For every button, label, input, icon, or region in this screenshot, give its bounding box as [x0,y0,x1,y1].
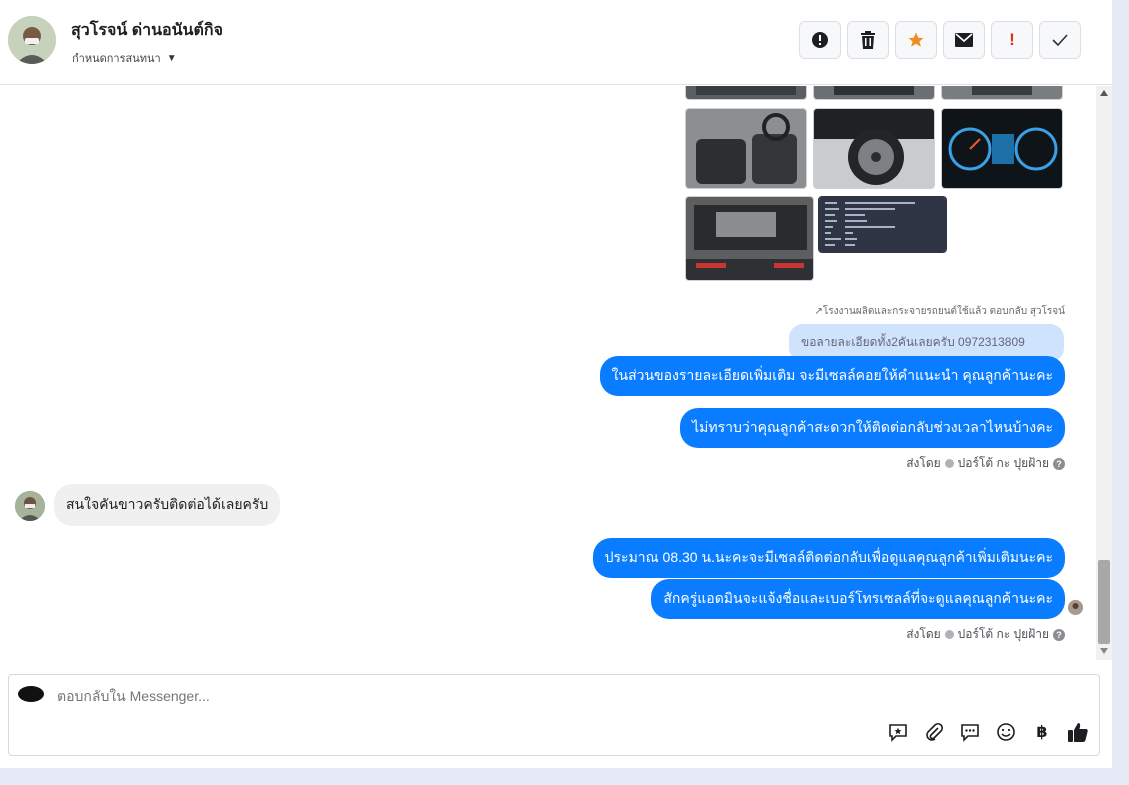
done-button[interactable] [1039,21,1081,59]
car-photo-dashboard[interactable] [941,108,1063,189]
saved-reply-icon [889,724,907,742]
conversation-header: สุวโรจน์ ด่านอนันต์กิจ กำหนดการสนทนา ▼ ! [0,0,1112,85]
reply-composer: ฿ [8,674,1100,756]
page-logo [18,686,44,702]
sent-by-prefix: ส่งโดย [906,627,941,641]
mail-icon [955,33,973,47]
scroll-up-icon[interactable] [1100,90,1108,96]
header-actions: ! [799,21,1081,59]
important-icon: ! [1009,30,1015,49]
caret-down-icon: ▼ [166,52,177,64]
sent-by-name[interactable]: ปอร์โต้ กะ ปุยฝ้าย [958,454,1049,473]
payment-button[interactable]: ฿ [1031,721,1053,743]
star-icon [908,32,924,47]
verified-icon [944,630,954,639]
outgoing-message[interactable]: ไม่ทราบว่าคุณลูกค้าสะดวกให้ติดต่อกลับช่ว… [680,408,1065,448]
chat-bubble-icon [961,724,979,742]
sent-by-prefix: ส่งโดย [906,456,941,470]
assign-label: กำหนดการสนทนา [72,53,161,65]
contact-name[interactable]: สุวโรจน์ ด่านอนันต์กิจ [71,18,223,43]
car-spec-sheet[interactable] [818,196,947,253]
spam-button[interactable] [799,21,841,59]
car-photo-interior-top[interactable] [813,86,935,100]
verified-icon [944,459,954,468]
like-button[interactable] [1067,721,1089,743]
composer-tools: ฿ [887,721,1089,743]
car-photo-engine[interactable] [685,196,814,281]
outgoing-message[interactable]: สักครู่แอดมินจะแจ้งชื่อและเบอร์โทรเซลล์ท… [651,579,1065,619]
star-button[interactable] [895,21,937,59]
sent-by-label: ส่งโดย ปอร์โต้ กะ ปุยฝ้าย ? [906,625,1065,644]
car-photo-front-seat[interactable] [685,108,807,189]
outgoing-message[interactable]: ในส่วนของรายละเอียดเพิ่มเติม จะมีเซลล์คอ… [599,356,1065,396]
check-icon [1052,34,1068,46]
forward-note: ↗โรงงานผลิตและกระจายรถยนต์ใช้แล้ว ตอบกลั… [814,306,1065,317]
thread-scrollbar[interactable] [1096,86,1112,660]
scrollbar-thumb[interactable] [1098,560,1110,644]
message-thread[interactable]: ↗โรงงานผลิตและกระจายรถยนต์ใช้แล้ว ตอบกลั… [0,86,1112,660]
help-icon[interactable]: ? [1053,628,1065,641]
emoji-button[interactable] [995,721,1017,743]
car-photo-rear[interactable] [685,86,807,100]
sent-by-name[interactable]: ปอร์โต้ กะ ปุยฝ้าย [958,625,1049,644]
incoming-message[interactable]: สนใจคันขาวครับติดต่อได้เลยครับ [54,484,281,526]
reply-input[interactable] [57,688,657,704]
paperclip-icon [926,722,944,741]
mark-unread-button[interactable] [943,21,985,59]
car-photo-seats[interactable] [941,86,1063,100]
important-button[interactable]: ! [991,21,1033,59]
quick-replies-button[interactable] [959,721,981,743]
seen-avatar [1068,600,1083,615]
delete-button[interactable] [847,21,889,59]
outgoing-message[interactable]: ประมาณ 08.30 น.นะคะจะมีเซลล์ติดต่อกลับเพ… [592,538,1065,578]
spam-icon [812,32,828,48]
baht-icon: ฿ [1036,724,1048,741]
scroll-down-icon[interactable] [1100,648,1108,654]
assign-conversation-dropdown[interactable]: กำหนดการสนทนา ▼ [72,49,177,67]
contact-avatar[interactable] [8,16,56,64]
sent-by-label: ส่งโดย ปอร์โต้ กะ ปุยฝ้าย ? [906,454,1065,473]
trash-icon [861,31,875,49]
conversation-panel: สุวโรจน์ ด่านอนันต์กิจ กำหนดการสนทนา ▼ ! [0,0,1112,768]
car-photo-wheel[interactable] [813,108,935,189]
attach-button[interactable] [923,721,945,743]
thumbs-up-icon [1068,723,1088,742]
contact-avatar-small[interactable] [15,491,45,521]
smiley-icon [997,723,1015,741]
saved-reply-button[interactable] [887,721,909,743]
help-icon[interactable]: ? [1053,457,1065,470]
